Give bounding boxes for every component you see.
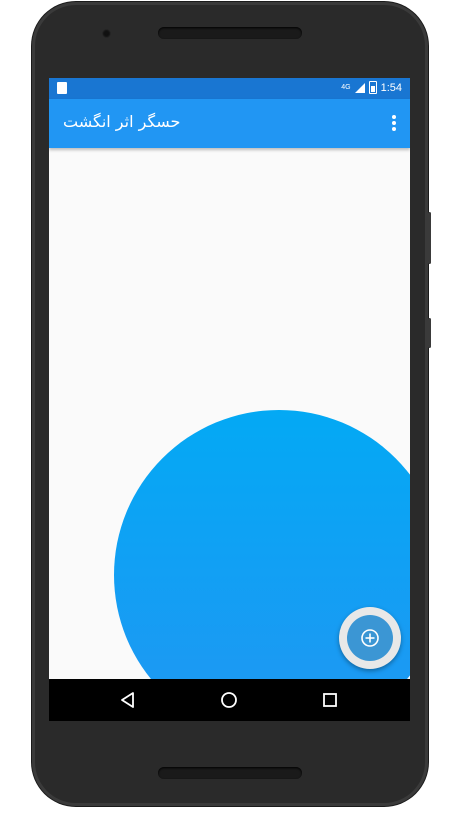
fingerprint-touch-circle[interactable] (114, 410, 410, 721)
bottom-speaker (158, 767, 302, 779)
front-camera (102, 29, 111, 38)
recents-icon[interactable] (320, 690, 340, 710)
app-bar: حسگر اثر انگشت (49, 99, 410, 148)
top-speaker (158, 27, 302, 39)
power-button[interactable] (428, 318, 431, 348)
navigation-bar (49, 679, 410, 721)
status-bar: 4G 1:54 (49, 78, 410, 99)
clock: 1:54 (380, 81, 402, 94)
add-circle-icon (361, 629, 379, 647)
battery-icon (368, 81, 377, 94)
home-icon[interactable] (219, 690, 239, 710)
signal-icon (354, 82, 365, 93)
back-icon[interactable] (118, 690, 138, 710)
more-vert-icon[interactable] (392, 115, 396, 131)
add-fab-button[interactable] (339, 607, 401, 669)
network-type: 4G (341, 84, 351, 91)
app-title: حسگر اثر انگشت (63, 112, 181, 131)
sd-card-icon (57, 82, 67, 94)
screen: 4G 1:54 حسگر اثر انگشت (49, 78, 410, 721)
volume-button[interactable] (428, 212, 431, 264)
fab-inner (347, 615, 393, 661)
status-icons: 4G 1:54 (341, 81, 402, 94)
